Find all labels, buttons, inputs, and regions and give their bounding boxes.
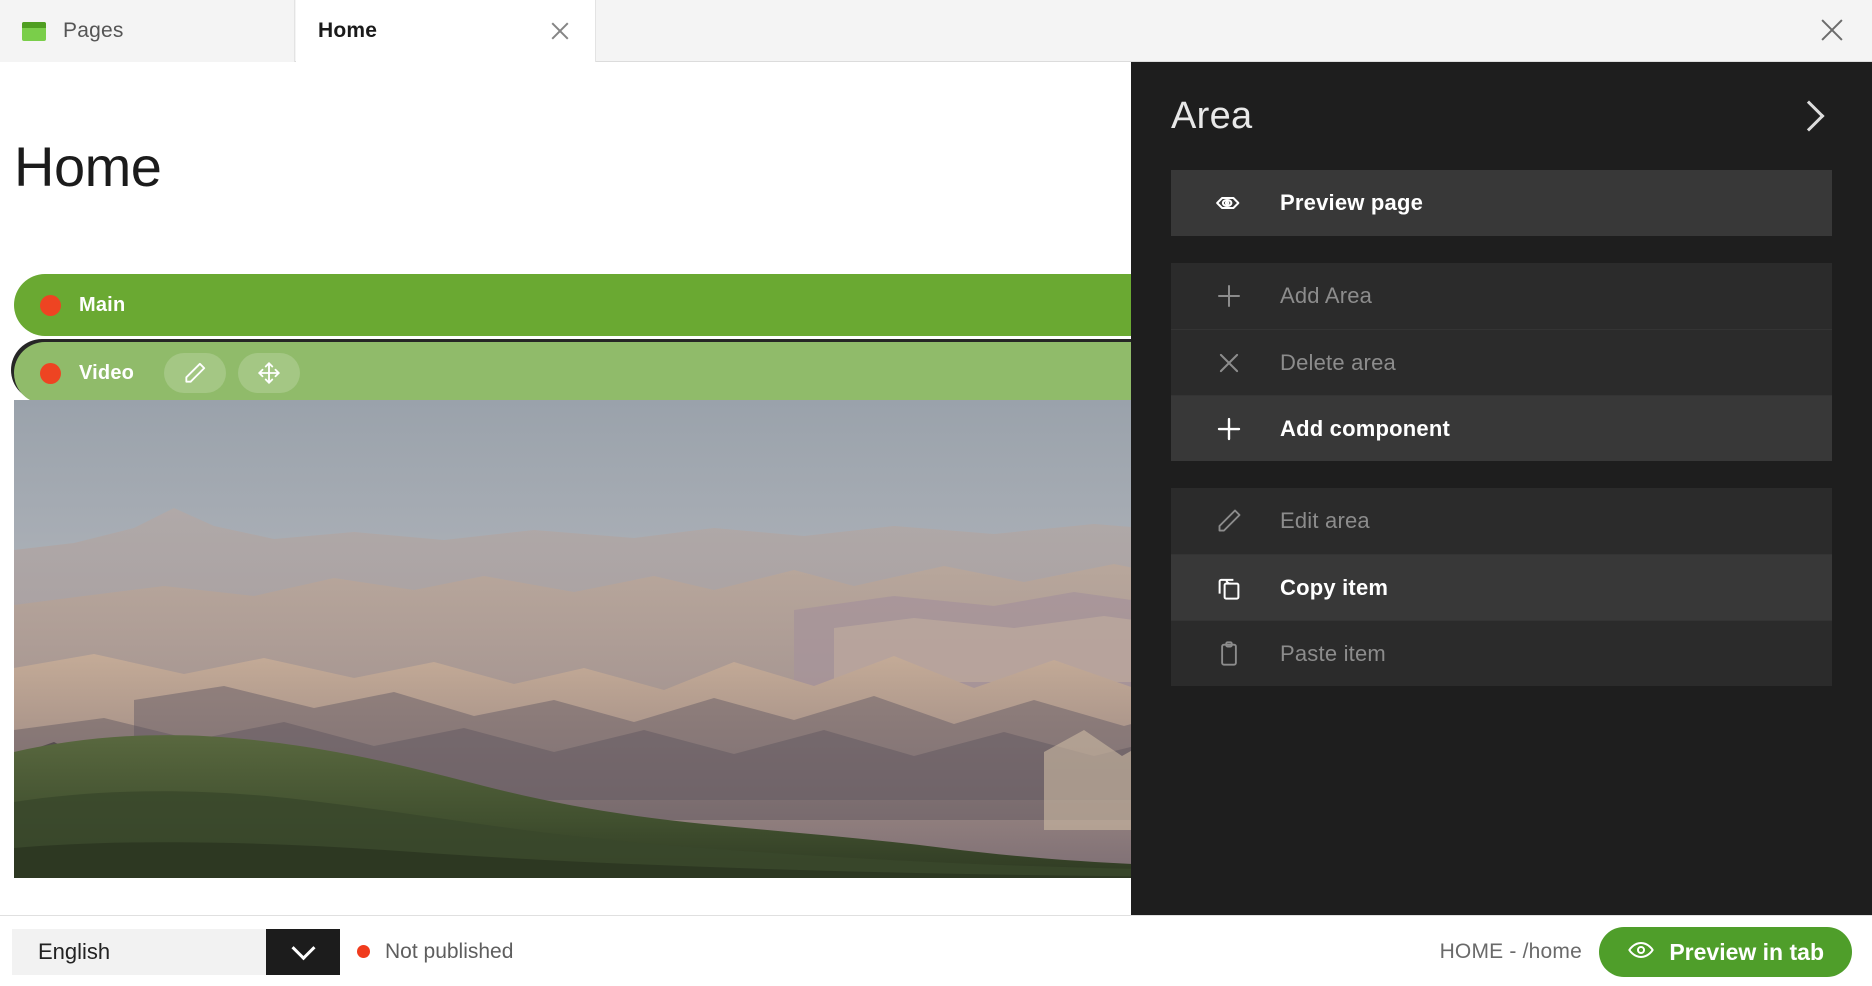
menu-item-delete-area[interactable]: Delete area bbox=[1171, 329, 1832, 395]
panel-title: Area bbox=[1171, 94, 1253, 137]
area-bar-main-label: Main bbox=[79, 293, 126, 316]
menu-item-label: Copy item bbox=[1280, 574, 1389, 600]
menu-group: Preview page bbox=[1171, 170, 1832, 236]
menu-item-edit-area[interactable]: Edit area bbox=[1171, 488, 1832, 554]
tab-bar: Pages Home bbox=[0, 0, 1872, 62]
area-bar-actions bbox=[164, 353, 301, 393]
language-select[interactable]: English bbox=[12, 929, 340, 975]
menu-item-label: Add Area bbox=[1280, 283, 1373, 308]
window-close-icon[interactable] bbox=[1816, 14, 1848, 46]
chevron-right-icon[interactable] bbox=[1793, 100, 1825, 132]
menu-item-label: Edit area bbox=[1280, 508, 1370, 533]
language-value: English bbox=[38, 939, 111, 964]
chevron-down-icon[interactable] bbox=[266, 929, 340, 975]
move-icon bbox=[258, 362, 280, 384]
preview-in-tab-label: Preview in tab bbox=[1669, 938, 1824, 965]
menu-item-add-component[interactable]: Add component bbox=[1171, 395, 1832, 461]
menu-item-label: Delete area bbox=[1280, 349, 1396, 375]
menu-group: Add Area Delete area Add component bbox=[1171, 263, 1832, 461]
clipboard-icon bbox=[1214, 639, 1244, 669]
status-dot bbox=[357, 945, 370, 958]
preview-in-tab-button[interactable]: Preview in tab bbox=[1599, 927, 1852, 977]
tab-pages-label: Pages bbox=[63, 19, 124, 42]
panel-header: Area bbox=[1131, 62, 1872, 170]
pencil-icon bbox=[1214, 506, 1244, 536]
menu-item-label: Paste item bbox=[1280, 640, 1386, 666]
tab-home-close-icon[interactable] bbox=[547, 18, 573, 44]
menu-item-add-area[interactable]: Add Area bbox=[1171, 263, 1832, 329]
menu-item-label: Preview page bbox=[1280, 190, 1424, 215]
status-dot bbox=[40, 362, 61, 384]
page-path: HOME - /home bbox=[1439, 939, 1582, 963]
plus-icon bbox=[1214, 414, 1244, 444]
menu-item-copy-item[interactable]: Copy item bbox=[1171, 554, 1832, 620]
app-root: Pages Home Home Main Video Area Preview … bbox=[0, 0, 1872, 986]
edit-button[interactable] bbox=[164, 353, 227, 393]
status-bar: English Not published HOME - /home Previ… bbox=[0, 915, 1872, 986]
tab-home-label: Home bbox=[318, 19, 378, 42]
menu-item-paste-item[interactable]: Paste item bbox=[1171, 620, 1832, 686]
status-dot bbox=[40, 294, 61, 316]
panel-menu: Preview page Add Area Delete area Add co… bbox=[1131, 170, 1872, 686]
plus-icon bbox=[1214, 281, 1244, 311]
copy-icon bbox=[1214, 573, 1244, 603]
menu-group: Edit area Copy item Paste item bbox=[1171, 488, 1832, 686]
close-icon bbox=[1214, 348, 1244, 378]
menu-item-label: Add component bbox=[1280, 415, 1451, 441]
move-button[interactable] bbox=[238, 353, 301, 393]
publish-status: Not published bbox=[357, 916, 513, 986]
menu-item-preview-page[interactable]: Preview page bbox=[1171, 170, 1832, 236]
page-title: Home bbox=[14, 135, 162, 198]
area-properties-panel: Area Preview page Add Area Delete area A… bbox=[1131, 62, 1872, 915]
eye-icon bbox=[1627, 936, 1655, 969]
pages-icon bbox=[22, 21, 46, 41]
tab-home[interactable]: Home bbox=[296, 0, 596, 62]
publish-status-label: Not published bbox=[385, 939, 514, 963]
tab-pages[interactable]: Pages bbox=[0, 0, 295, 62]
preview-tag-icon bbox=[1214, 188, 1244, 218]
area-bar-video-label: Video bbox=[79, 361, 135, 384]
edit-icon bbox=[185, 362, 206, 383]
